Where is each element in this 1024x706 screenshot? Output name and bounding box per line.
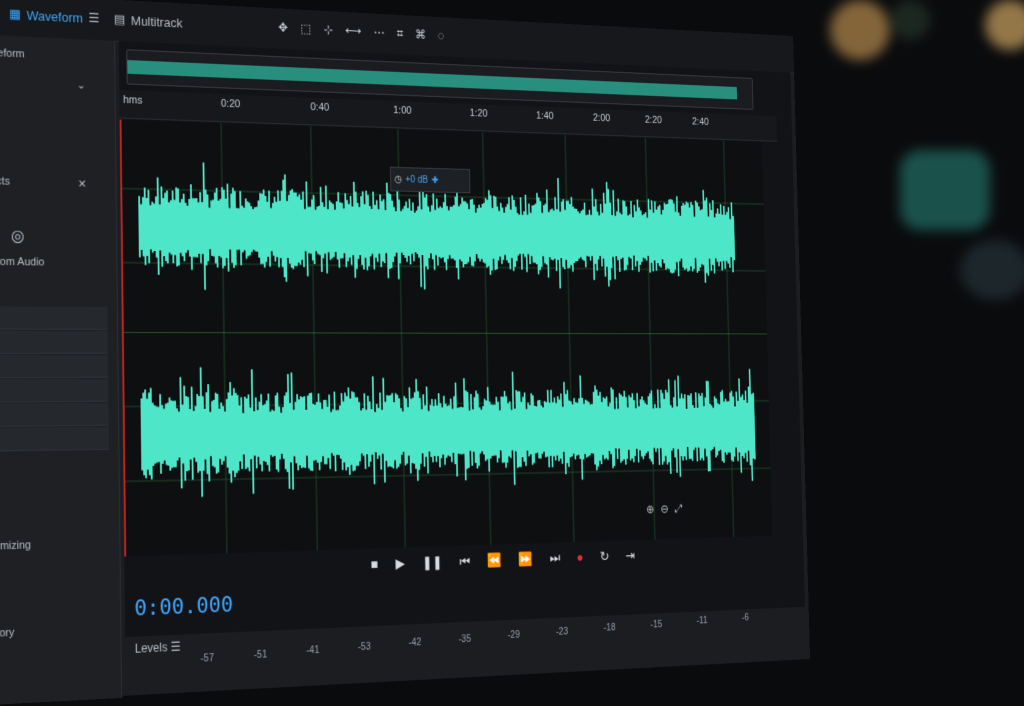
waveform-icon: ▦: [9, 6, 22, 22]
section-optimizing: Optimizing: [0, 539, 32, 554]
grid-line: [724, 141, 734, 537]
rewind-icon[interactable]: ⏪: [487, 552, 502, 569]
meter-tick: -35: [458, 633, 472, 645]
list-item[interactable]: [0, 306, 108, 330]
list-item[interactable]: [0, 354, 109, 379]
panel-title: Waveform: [0, 46, 25, 61]
list-item[interactable]: [0, 426, 109, 452]
zoom-tools: ⊕ ⊖ ⤢: [646, 502, 683, 517]
left-panel: Waveform ⌄ ◉ ◆ Effects ✕ ◎ Custom Audio …: [0, 34, 123, 706]
loop-icon[interactable]: ↻: [600, 548, 610, 564]
to-end-icon[interactable]: ⏭: [550, 550, 561, 566]
laptop-screen: ▦ Waveform ☰ ▤ Multitrack ✥ ⬚ ⊹ ⟷ ⋯ ⌗ ⌘ …: [0, 0, 1024, 706]
editor-main: hms 0:20 0:40 1:00 1:20 1:40 2:00 2:20 2…: [118, 41, 805, 665]
ruler-tick: 2:40: [691, 116, 709, 128]
section-history: History: [0, 626, 15, 641]
ruler-tick: 0:40: [310, 101, 330, 114]
scrub-icon[interactable]: ⊹: [323, 22, 333, 38]
pin-icon[interactable]: ✚: [431, 175, 438, 186]
level-meter: -57 -51 -41 -53 -42 -35 -29 -23 -18 -15 -11 -6: [182, 606, 791, 665]
list-item[interactable]: [0, 330, 108, 354]
record-icon[interactable]: ●: [576, 549, 583, 565]
meter-tick: -42: [408, 637, 422, 649]
meter-tick: -57: [200, 653, 215, 665]
grid-line: [124, 468, 771, 481]
grid-line: [311, 126, 318, 550]
tool-icons: ✥ ⬚ ⊹ ⟷ ⋯ ⌗ ⌘ ◌: [278, 20, 445, 43]
list-item[interactable]: [0, 402, 109, 428]
ruler-tick: 1:00: [393, 104, 412, 117]
heal-icon[interactable]: ⌗: [397, 26, 404, 41]
zoom-full-icon[interactable]: ⤢: [675, 502, 683, 516]
meter-tick: -23: [555, 626, 569, 638]
chevron-down-icon[interactable]: ⌄: [77, 78, 86, 91]
spectral-icon[interactable]: ⋯: [373, 25, 384, 41]
meter-tick: -51: [253, 649, 268, 661]
ruler-tick: 0:20: [220, 97, 241, 111]
brush-icon[interactable]: ◌: [438, 28, 445, 43]
meter-tick: -29: [507, 629, 520, 641]
gain-value[interactable]: +0 dB: [405, 174, 428, 185]
ruler-tick: 1:40: [535, 110, 554, 122]
marquee-icon[interactable]: ⬚: [300, 21, 311, 37]
zoom-in-icon[interactable]: ⊕: [646, 503, 654, 517]
ruler-unit: hms: [123, 94, 143, 107]
pause-icon[interactable]: ❚❚: [422, 554, 442, 571]
tab-waveform[interactable]: ▦ Waveform ☰: [9, 6, 100, 26]
list-item[interactable]: [0, 378, 109, 403]
lasso-icon[interactable]: ⌘: [415, 27, 426, 42]
play-icon[interactable]: ▶: [395, 555, 405, 572]
levels-title: Levels: [134, 640, 168, 656]
menu-icon[interactable]: ☰: [88, 10, 99, 26]
ruler-tick: 2:00: [592, 112, 611, 125]
meter-tick: -41: [306, 645, 320, 657]
effects-title: Effects: [0, 174, 10, 188]
meter-tick: -53: [357, 641, 371, 653]
ruler-tick: 2:20: [644, 114, 663, 126]
to-start-icon[interactable]: ⏮: [459, 553, 470, 570]
time-select-icon[interactable]: ⟷: [345, 23, 361, 39]
time-display: 0:00.000: [134, 592, 234, 622]
meter-tick: -11: [696, 615, 708, 627]
close-icon[interactable]: ✕: [78, 177, 87, 190]
knob-icon[interactable]: ◎: [11, 226, 25, 246]
stop-icon[interactable]: ■: [371, 556, 379, 573]
grid-line: [645, 138, 654, 540]
skip-icon[interactable]: ⇥: [625, 548, 635, 564]
audio-editor-window: ▦ Waveform ☰ ▤ Multitrack ✥ ⬚ ⊹ ⟷ ⋯ ⌗ ⌘ …: [0, 0, 811, 706]
meter-tick: -18: [603, 622, 616, 634]
tab-multitrack[interactable]: ▤ Multitrack: [114, 11, 183, 30]
preset-select[interactable]: Custom Audio: [0, 256, 45, 269]
menu-icon[interactable]: ☰: [171, 640, 181, 654]
zoom-out-icon[interactable]: ⊖: [660, 502, 668, 516]
tab-label: Multitrack: [130, 12, 183, 30]
grid-line: [565, 135, 574, 542]
transport-controls: ■ ▶ ❚❚ ⏮ ⏪ ⏩ ⏭ ● ↻ ⇥: [371, 548, 636, 573]
move-icon[interactable]: ✥: [278, 20, 288, 36]
meter-tick: -15: [650, 619, 663, 630]
grid-line: [398, 129, 405, 547]
meter-tick: -6: [741, 612, 750, 623]
waveform-display[interactable]: ◷ +0 dB ✚: [119, 119, 773, 557]
multitrack-icon: ▤: [113, 11, 126, 27]
fast-forward-icon[interactable]: ⏩: [518, 551, 533, 568]
gain-hud[interactable]: ◷ +0 dB ✚: [389, 166, 471, 194]
ruler-tick: 1:20: [469, 107, 488, 120]
tab-label: Waveform: [26, 7, 83, 26]
levels-label: Levels ☰: [135, 640, 181, 656]
clock-icon: ◷: [394, 173, 403, 185]
